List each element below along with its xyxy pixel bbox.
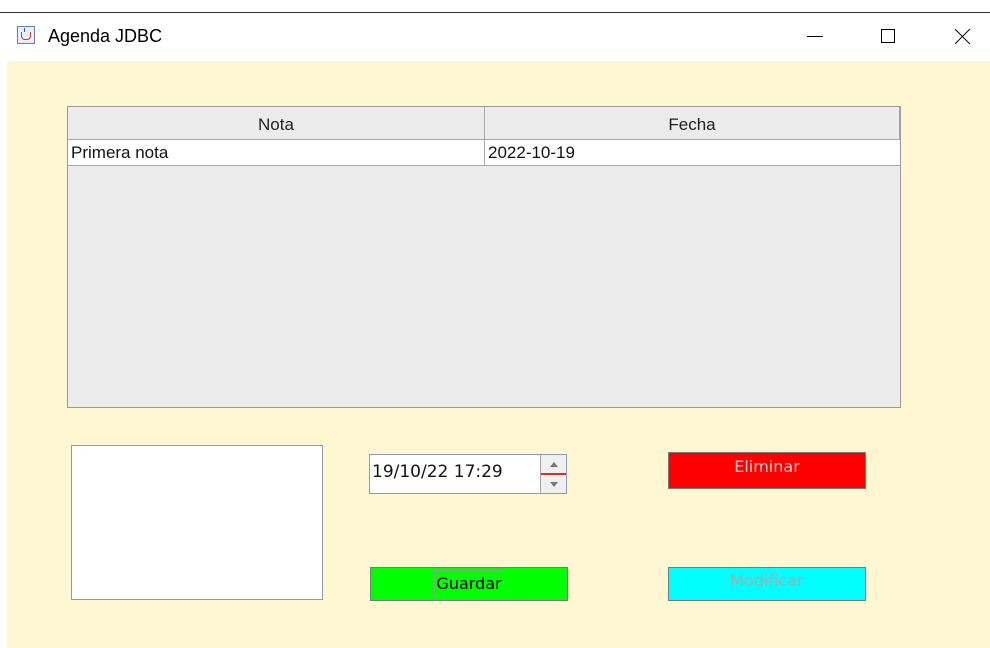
notes-table[interactable]: Nota Fecha Primera nota 2022-10-19 xyxy=(67,106,901,408)
table-cell-nota[interactable]: Primera nota xyxy=(68,140,485,165)
close-button[interactable] xyxy=(940,18,986,54)
java-coffee-icon xyxy=(17,26,35,44)
guardar-button[interactable]: Guardar xyxy=(370,567,568,601)
arrow-up-icon xyxy=(549,461,558,467)
minimize-button[interactable] xyxy=(792,18,838,54)
guardar-button-label: Guardar xyxy=(434,570,504,598)
datetime-spinner[interactable]: 19/10/22 17:29 xyxy=(369,454,567,494)
table-row[interactable]: Primera nota 2022-10-19 xyxy=(68,140,900,166)
arrow-down-icon xyxy=(549,481,558,487)
spinner-buttons xyxy=(540,455,566,493)
spinner-down-button[interactable] xyxy=(541,475,566,493)
column-header-nota[interactable]: Nota xyxy=(68,107,485,139)
modificar-button[interactable]: Modificar xyxy=(668,567,866,601)
minimize-icon xyxy=(807,35,823,37)
table-header: Nota Fecha xyxy=(68,107,900,140)
eliminar-button[interactable]: Eliminar xyxy=(668,452,866,489)
table-cell-fecha[interactable]: 2022-10-19 xyxy=(485,140,899,165)
column-header-fecha[interactable]: Fecha xyxy=(485,107,900,139)
window-title: Agenda JDBC xyxy=(48,26,163,46)
note-text-area[interactable] xyxy=(71,445,323,600)
spinner-up-button[interactable] xyxy=(541,455,566,475)
datetime-field[interactable]: 19/10/22 17:29 xyxy=(372,455,503,493)
maximize-icon xyxy=(881,29,895,43)
close-icon xyxy=(955,28,971,44)
maximize-button[interactable] xyxy=(865,18,911,54)
